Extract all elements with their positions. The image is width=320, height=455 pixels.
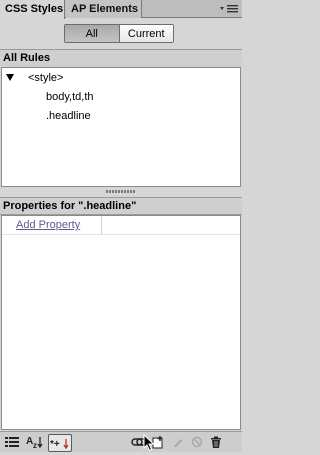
panel-splitter-grip[interactable] — [106, 190, 136, 194]
disable-property-button[interactable] — [190, 435, 204, 449]
panel-menu-icon — [220, 4, 238, 12]
properties-table: Add Property — [1, 215, 241, 430]
current-mode-button[interactable]: Current — [119, 25, 173, 42]
expand-triangle-icon[interactable] — [6, 74, 14, 81]
show-set-properties-icon: *+ — [50, 439, 69, 449]
disable-property-icon — [191, 436, 203, 448]
all-mode-button[interactable]: All — [65, 25, 120, 42]
svg-text:*+: *+ — [50, 439, 60, 449]
rule-item-headline[interactable]: .headline — [46, 110, 91, 122]
show-set-properties-button[interactable]: *+ — [48, 434, 72, 452]
bottom-toolbar: A z *+ — [0, 431, 242, 452]
column-divider — [101, 216, 102, 234]
svg-text:z: z — [33, 441, 37, 449]
edit-rule-button[interactable] — [171, 435, 185, 449]
rule-item-body-td-th[interactable]: body,td,th — [46, 91, 94, 103]
delete-rule-button[interactable] — [209, 435, 223, 449]
panel-options-menu-button[interactable] — [218, 1, 240, 16]
row-divider — [2, 234, 240, 235]
rule-item-style[interactable]: <style> — [28, 72, 63, 84]
alphabetical-view-button[interactable]: A z — [26, 435, 44, 449]
trash-icon — [211, 436, 221, 448]
edit-rule-icon — [174, 439, 183, 448]
tab-css-styles[interactable]: CSS Styles — [0, 0, 65, 19]
all-rules-header: All Rules — [0, 49, 242, 67]
properties-header: Properties for ".headline" — [0, 197, 242, 215]
panel-tab-bar: CSS Styles AP Elements — [0, 0, 242, 19]
alphabetical-view-icon: A z — [26, 436, 43, 449]
category-view-button[interactable] — [4, 435, 20, 449]
category-view-icon — [5, 437, 19, 447]
mouse-cursor-icon — [143, 433, 157, 452]
view-mode-switch: All Current — [64, 24, 174, 43]
rules-tree: <style> body,td,th .headline — [1, 67, 241, 187]
add-property-link[interactable]: Add Property — [16, 219, 80, 231]
tab-ap-elements[interactable]: AP Elements — [66, 0, 142, 18]
